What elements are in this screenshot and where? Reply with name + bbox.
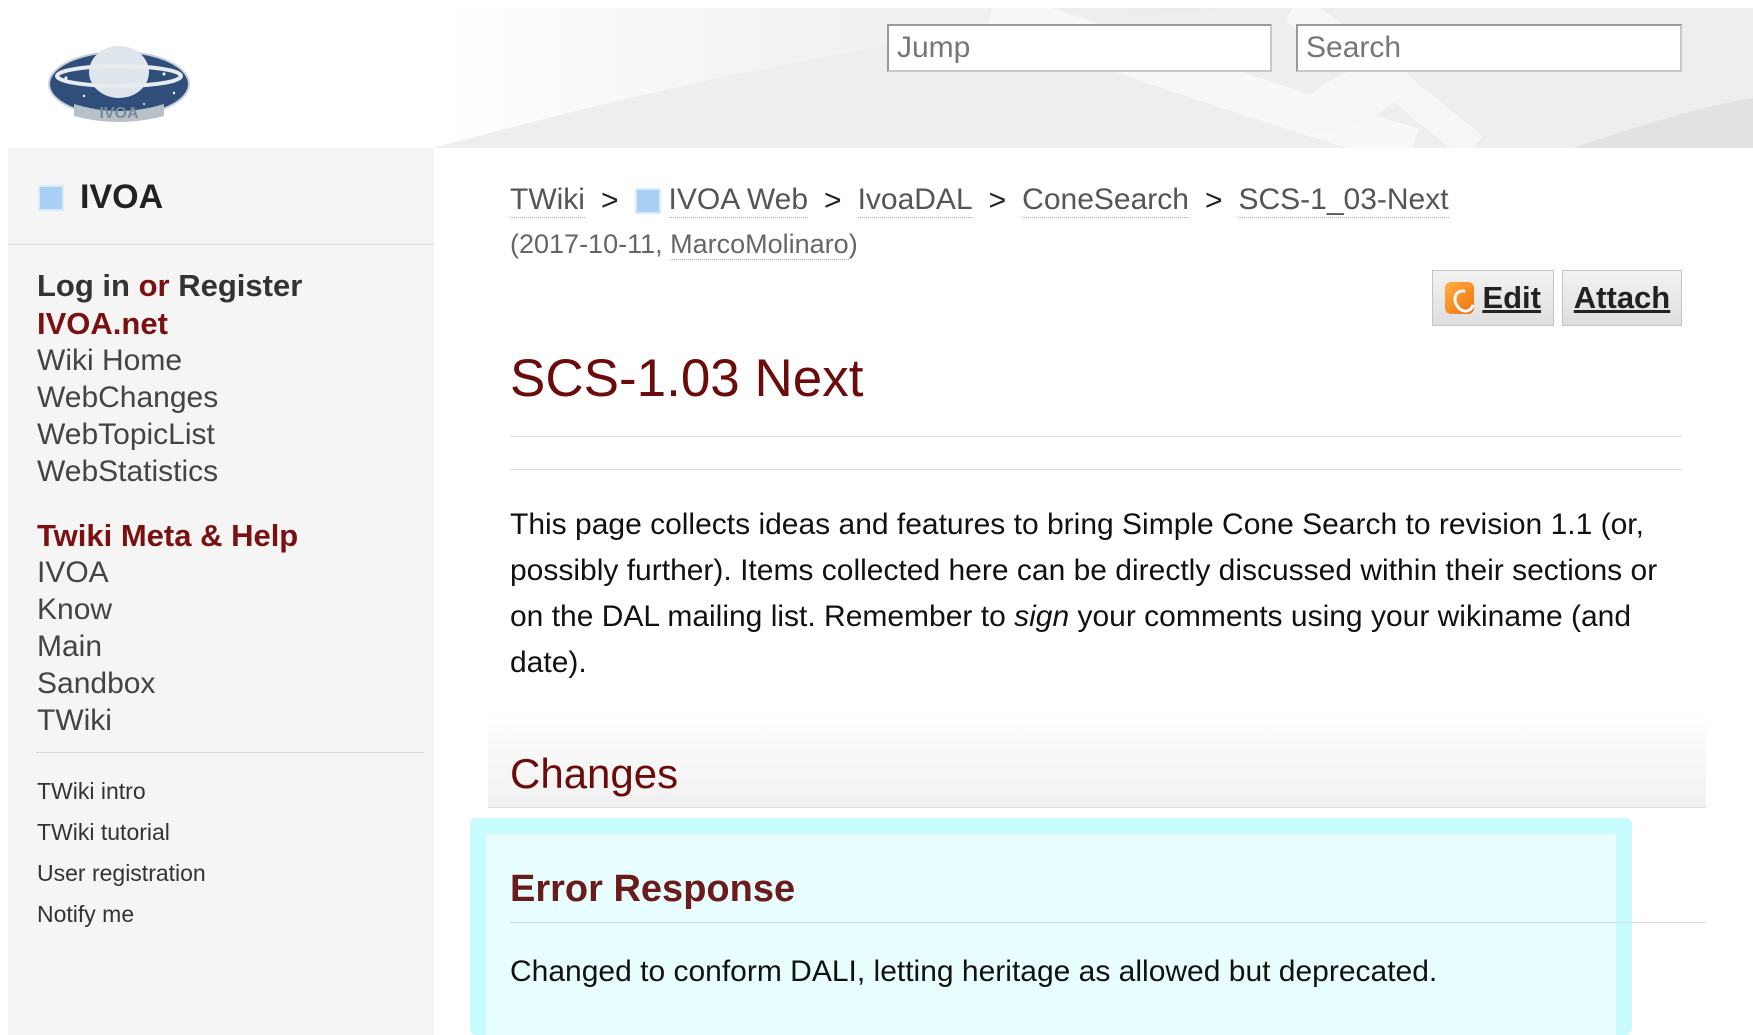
changes-heading: Changes (510, 750, 679, 797)
svg-text:IVOA: IVOA (99, 105, 139, 122)
sidebar-heading-meta-help: Twiki Meta & Help (37, 518, 299, 553)
breadcrumb-current[interactable]: SCS-1_03-Next (1238, 183, 1449, 218)
breadcrumb-item[interactable]: IVOA Web (668, 183, 809, 218)
breadcrumb-item[interactable]: IvoaDAL (857, 183, 973, 218)
sidebar-item-sandbox[interactable]: Sandbox (37, 667, 155, 701)
breadcrumb-separator: > (600, 183, 619, 217)
web-color-icon (634, 187, 661, 214)
attach-label: Attach (1573, 280, 1671, 315)
edit-button[interactable]: Edit (1432, 270, 1554, 326)
sidebar-divider (36, 752, 424, 753)
sidebar-item-wiki-home[interactable]: Wiki Home (37, 344, 182, 378)
attach-button[interactable]: Attach (1562, 270, 1682, 326)
sidebar-divider (8, 244, 434, 245)
breadcrumb-separator: > (1204, 183, 1223, 217)
sidebar-item-twiki[interactable]: TWiki (37, 704, 112, 738)
web-color-icon (38, 184, 64, 211)
breadcrumb-separator: > (824, 183, 842, 217)
sidebar-item-ivoa[interactable]: IVOA (37, 556, 109, 590)
divider (510, 436, 1682, 437)
revision-author-link[interactable]: MarcoMolinaro (670, 229, 849, 260)
intro-paragraph: This page collects ideas and features to… (510, 502, 1690, 686)
ivoa-logo[interactable]: IVOA (44, 38, 194, 124)
web-name: IVOA (80, 178, 164, 216)
login-link[interactable]: Log in (37, 268, 130, 303)
error-response-text: Changed to conform DALI, letting heritag… (510, 955, 1438, 988)
sidebar-item-notify-me[interactable]: Notify me (37, 901, 134, 928)
sidebar-item-webstatistics[interactable]: WebStatistics (37, 455, 218, 489)
sidebar-item-twiki-tutorial[interactable]: TWiki tutorial (37, 819, 170, 846)
sidebar-item-webchanges[interactable]: WebChanges (37, 381, 218, 415)
sidebar-item-main[interactable]: Main (37, 630, 102, 664)
revision-info: (2017-10-11, MarcoMolinaro) (510, 229, 858, 260)
jump-input[interactable] (887, 24, 1272, 72)
breadcrumb-item[interactable]: ConeSearch (1022, 183, 1189, 218)
sidebar-item-webtopiclist[interactable]: WebTopicList (37, 418, 215, 452)
sidebar: IVOA Log in or Register IVOA.net Wiki Ho… (8, 148, 434, 1035)
sidebar-item-twiki-intro[interactable]: TWiki intro (37, 778, 146, 805)
pencil-icon (1445, 282, 1475, 314)
breadcrumb-item[interactable]: TWiki (510, 183, 585, 218)
divider (1616, 922, 1706, 923)
divider (510, 922, 1616, 923)
divider (510, 469, 1682, 470)
intro-emphasis: sign (1014, 600, 1070, 633)
changes-section-header: Changes (488, 708, 1706, 808)
login-register: Log in or Register (37, 268, 302, 304)
register-link[interactable]: Register (178, 268, 302, 303)
breadcrumb: TWiki > IVOA Web > IvoaDAL > ConeSearch … (510, 183, 1449, 218)
search-input[interactable] (1296, 24, 1682, 72)
login-or-text: or (138, 268, 170, 303)
edit-label: Edit (1482, 280, 1541, 315)
page-title: SCS-1.03 Next (510, 349, 864, 408)
sidebar-heading-ivoanet[interactable]: IVOA.net (37, 306, 168, 342)
sidebar-item-know[interactable]: Know (37, 593, 112, 627)
breadcrumb-separator: > (988, 183, 1007, 217)
sidebar-item-user-registration[interactable]: User registration (37, 860, 206, 887)
revision-date: 2017-10-11 (519, 229, 656, 259)
error-response-heading: Error Response (510, 868, 796, 910)
sidebar-web-title[interactable]: IVOA (38, 178, 163, 217)
error-response-section: Error Response Changed to conform DALI, … (486, 834, 1616, 1035)
